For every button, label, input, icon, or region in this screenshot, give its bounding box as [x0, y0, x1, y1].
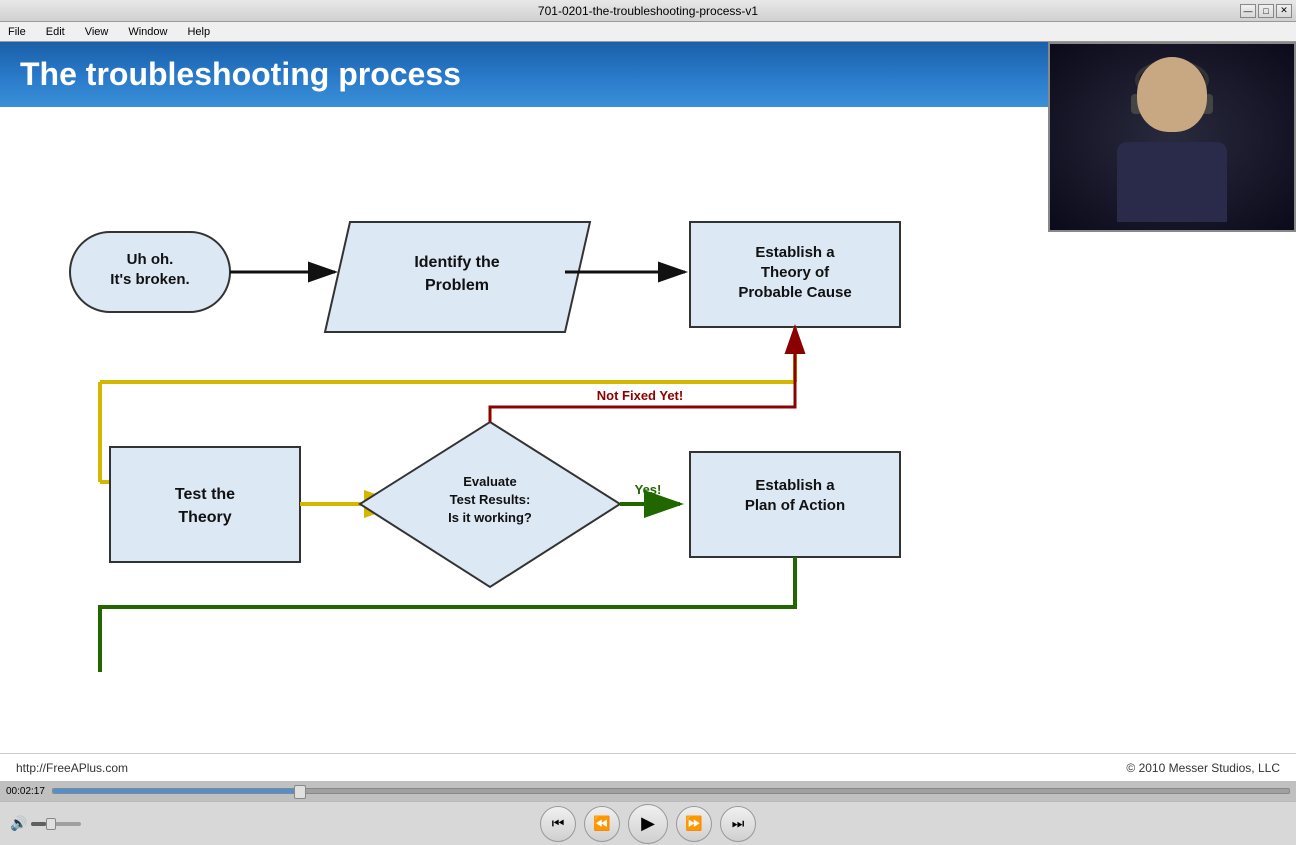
slide-area: The troubleshooting process [0, 42, 1296, 781]
progress-track[interactable] [52, 788, 1290, 794]
title-bar: 701-0201-the-troubleshooting-process-v1 … [0, 0, 1296, 22]
svg-text:Theory: Theory [178, 509, 231, 526]
svg-text:Is it working?: Is it working? [448, 510, 532, 525]
head [1137, 57, 1207, 132]
footer-bar: http://FreeAPlus.com © 2010 Messer Studi… [0, 753, 1296, 781]
rewind-button[interactable]: ⏪ [584, 806, 620, 842]
svg-text:Probable Cause: Probable Cause [738, 284, 851, 301]
progress-fill [53, 789, 300, 793]
svg-text:Uh oh.: Uh oh. [127, 251, 174, 268]
window-controls[interactable]: — □ ✕ [1240, 4, 1292, 18]
minimize-button[interactable]: — [1240, 4, 1256, 18]
body [1117, 142, 1227, 222]
fast-forward-button[interactable]: ⏩ [676, 806, 712, 842]
close-button[interactable]: ✕ [1276, 4, 1292, 18]
menu-edit[interactable]: Edit [42, 26, 69, 38]
presenter-video [1102, 52, 1242, 222]
svg-text:Test Results:: Test Results: [450, 492, 531, 507]
webcam-background [1050, 44, 1294, 230]
volume-thumb[interactable] [46, 818, 56, 830]
svg-text:Problem: Problem [425, 277, 489, 294]
svg-text:Evaluate: Evaluate [463, 474, 516, 489]
menu-view[interactable]: View [81, 26, 113, 38]
window-title: 701-0201-the-troubleshooting-process-v1 [538, 4, 758, 18]
skip-forward-button[interactable]: ⏭ [720, 806, 756, 842]
svg-text:Test the: Test the [175, 486, 235, 503]
slide-title: The troubleshooting process [20, 56, 461, 93]
volume-area: 🔊 [10, 815, 81, 832]
footer-left: http://FreeAPlus.com [16, 761, 128, 775]
svg-text:Establish a: Establish a [755, 244, 835, 261]
maximize-button[interactable]: □ [1258, 4, 1274, 18]
progress-thumb[interactable] [294, 785, 306, 799]
svg-text:Identify the: Identify the [414, 254, 499, 271]
svg-text:Yes!: Yes! [635, 482, 662, 497]
flowchart-diagram: Uh oh. It's broken. Identify the Problem… [0, 112, 1040, 672]
menu-window[interactable]: Window [124, 26, 171, 38]
volume-slider[interactable] [31, 822, 81, 826]
volume-fill [31, 822, 46, 826]
volume-icon[interactable]: 🔊 [10, 815, 27, 832]
menu-help[interactable]: Help [183, 26, 214, 38]
controls-bar: 🔊 ⏮ ⏪ ▶ ⏩ ⏭ [0, 801, 1296, 845]
svg-text:It's broken.: It's broken. [110, 271, 189, 288]
content-area: The troubleshooting process [0, 42, 1296, 781]
svg-text:Plan of Action: Plan of Action [745, 497, 845, 514]
skip-back-button[interactable]: ⏮ [540, 806, 576, 842]
play-button[interactable]: ▶ [628, 804, 668, 844]
webcam-overlay [1048, 42, 1296, 232]
svg-text:Theory of: Theory of [761, 264, 830, 281]
time-display: 00:02:17 [6, 786, 46, 797]
main-container: The troubleshooting process [0, 42, 1296, 845]
svg-text:Not Fixed Yet!: Not Fixed Yet! [597, 388, 683, 403]
menu-file[interactable]: File [4, 26, 30, 38]
menu-bar: File Edit View Window Help [0, 22, 1296, 42]
svg-text:Establish a: Establish a [755, 477, 835, 494]
footer-right: © 2010 Messer Studios, LLC [1126, 761, 1280, 775]
progress-container: 00:02:17 [0, 781, 1296, 801]
